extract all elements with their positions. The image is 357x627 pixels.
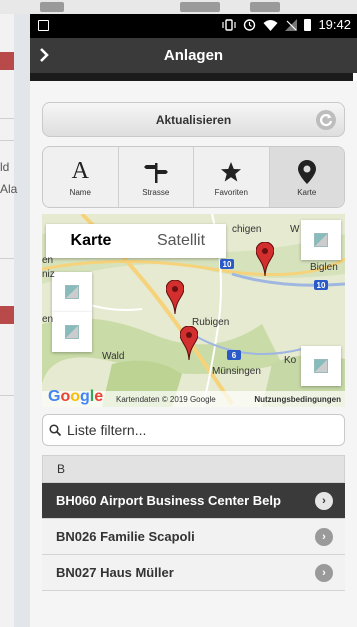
map-view[interactable]: Karte Satellit chigen W Biglen Rubigen W…	[42, 214, 345, 407]
map-place-label: en	[42, 255, 54, 266]
map-control[interactable]	[301, 220, 341, 260]
battery-icon	[304, 18, 312, 31]
road-number-badge: 10	[314, 280, 328, 290]
tab-label: Strasse	[142, 187, 170, 197]
google-logo[interactable]: Google	[48, 388, 103, 406]
facility-list: B BH060 Airport Business Center Belp › B…	[42, 455, 345, 591]
image-notification-icon	[38, 20, 49, 31]
background-divider	[0, 395, 14, 396]
list-item-label: BH060 Airport Business Center Belp	[56, 493, 281, 508]
tab-label: Name	[69, 187, 91, 197]
map-control[interactable]	[52, 312, 92, 352]
broken-image-icon	[314, 359, 328, 373]
map-place-label: chigen	[232, 224, 262, 235]
chevron-right-icon: ›	[315, 528, 333, 546]
list-item[interactable]: BN026 Familie Scapoli ›	[42, 519, 345, 555]
map-type-control: Karte Satellit	[46, 224, 226, 258]
status-bar: 19:42	[30, 14, 357, 38]
map-marker-icon	[297, 158, 316, 186]
tab-karte[interactable]: Karte	[269, 147, 344, 207]
vibrate-icon	[222, 18, 237, 31]
background-red-bar	[0, 306, 14, 324]
map-terms-link[interactable]: Nutzungsbedingungen	[254, 395, 341, 404]
background-app-topbar	[0, 0, 357, 14]
map-control[interactable]	[301, 346, 341, 386]
background-divider	[0, 118, 14, 119]
background-text: Ala	[0, 182, 18, 196]
signpost-icon	[143, 158, 168, 186]
signal-icon	[285, 18, 298, 31]
map-place-label: en	[42, 314, 54, 325]
background-text: ld	[0, 160, 10, 174]
map-control[interactable]	[52, 272, 92, 312]
tab-name[interactable]: A Name	[43, 147, 119, 207]
list-item-label: BN026 Familie Scapoli	[56, 529, 195, 544]
map-place-label: Münsingen	[212, 366, 261, 377]
alarm-icon	[243, 18, 256, 31]
title-bar: Anlagen	[30, 38, 357, 73]
list-item[interactable]: BH060 Airport Business Center Belp ›	[42, 483, 345, 519]
search-icon	[49, 424, 61, 436]
filter-placeholder: Liste filtern...	[67, 422, 147, 438]
map-pin-icon[interactable]	[166, 280, 184, 314]
map-place-label: Biglen	[310, 262, 338, 273]
tab-label: Karte	[297, 187, 317, 197]
background-red-bar	[0, 52, 14, 70]
wifi-icon	[263, 19, 278, 31]
map-place-label: Wald	[102, 351, 125, 362]
list-item[interactable]: BN027 Haus Müller ›	[42, 555, 345, 591]
map-pin-icon[interactable]	[180, 326, 198, 360]
scrollbar[interactable]	[30, 73, 357, 81]
broken-image-icon	[65, 325, 79, 339]
view-tabs: A Name Strasse Favoriten Karte	[42, 146, 345, 208]
map-pin-icon[interactable]	[256, 242, 274, 276]
broken-image-icon	[314, 233, 328, 247]
list-divider: B	[42, 455, 345, 483]
refresh-icon	[316, 110, 336, 130]
broken-image-icon	[65, 285, 79, 299]
map-data-credit: Kartendaten © 2019 Google	[116, 394, 216, 404]
map-type-karte[interactable]: Karte	[46, 224, 136, 258]
list-item-label: BN027 Haus Müller	[56, 565, 174, 580]
background-divider	[0, 258, 14, 259]
star-icon	[220, 158, 242, 186]
chevron-right-icon: ›	[315, 564, 333, 582]
background-divider	[0, 140, 14, 141]
road-number-badge: 10	[220, 259, 234, 269]
tab-favoriten[interactable]: Favoriten	[194, 147, 270, 207]
scrollbar-thumb[interactable]	[353, 73, 357, 81]
map-place-label: W	[290, 224, 300, 235]
refresh-button[interactable]: Aktualisieren	[42, 102, 345, 137]
clock: 19:42	[318, 17, 351, 32]
map-place-label: niz	[42, 269, 55, 280]
filter-input[interactable]: Liste filtern...	[42, 414, 345, 446]
road-number-badge: 6	[227, 350, 241, 360]
tab-label: Favoriten	[214, 187, 248, 197]
page-title: Anlagen	[163, 47, 224, 64]
refresh-button-label: Aktualisieren	[155, 112, 232, 127]
map-type-satellit[interactable]: Satellit	[136, 224, 226, 258]
letter-a-icon: A	[71, 158, 89, 184]
tab-strasse[interactable]: Strasse	[119, 147, 194, 207]
phone-screen: 19:42 Anlagen Aktualisieren A Name Stras…	[30, 14, 357, 627]
map-place-label: Ko	[284, 355, 297, 366]
chevron-right-icon: ›	[315, 492, 333, 510]
